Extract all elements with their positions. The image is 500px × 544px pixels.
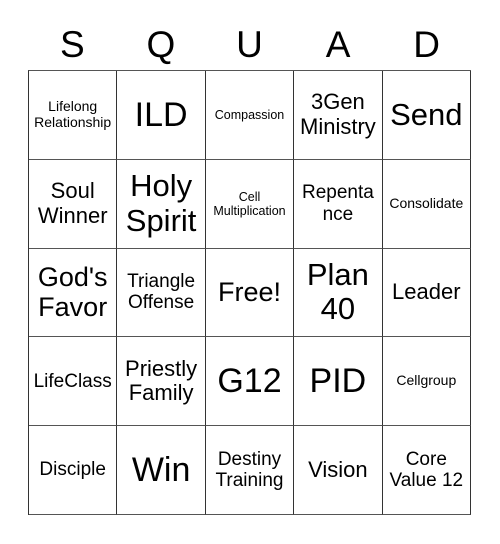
bingo-cell[interactable]: Triangle Offense — [117, 248, 206, 338]
bingo-cell[interactable]: Destiny Training — [205, 426, 295, 515]
bingo-cell-label: Soul Winner — [37, 178, 108, 228]
bingo-cell-label: Priestly Family — [125, 355, 198, 406]
bingo-header-letter: A — [325, 23, 351, 65]
bingo-cell-label: Win — [131, 451, 191, 490]
bingo-cell-label: Send — [390, 96, 463, 132]
bingo-cell-label: ILD — [134, 95, 188, 134]
bingo-cell-label: LifeClass — [33, 370, 112, 392]
bingo-cell-label: Destiny Training — [215, 448, 284, 492]
bingo-header-letter: S — [59, 23, 85, 65]
bingo-cell-label: Plan 40 — [306, 256, 369, 327]
bingo-cell-label: Cellgroup — [396, 372, 457, 389]
bingo-cell-label: Compassion — [214, 107, 285, 122]
bingo-cell[interactable]: God's Favor — [29, 248, 118, 338]
bingo-cell[interactable]: LifeClass — [29, 337, 118, 427]
bingo-cell[interactable]: PID — [294, 337, 383, 427]
bingo-header-letter: Q — [146, 23, 176, 65]
bingo-cell[interactable]: Cellgroup — [382, 337, 471, 427]
bingo-cell[interactable]: Win — [117, 426, 206, 515]
bingo-cell[interactable]: Send — [382, 71, 471, 160]
bingo-cell[interactable]: 3Gen Ministry — [294, 71, 383, 160]
bingo-cell[interactable]: Plan 40 — [294, 248, 383, 338]
bingo-cell-label: Vision — [308, 456, 368, 482]
bingo-cell-label: Triangle Offense — [127, 271, 196, 314]
bingo-cell[interactable]: Leader — [382, 248, 471, 338]
bingo-cell[interactable]: Core Value 12 — [382, 426, 471, 515]
bingo-cell[interactable]: Disciple — [29, 426, 118, 515]
bingo-cell[interactable]: Compassion — [205, 71, 295, 160]
bingo-cell-label: Consolidate — [389, 194, 464, 211]
bingo-cell[interactable]: Consolidate — [382, 159, 471, 249]
bingo-cell-label: PID — [309, 362, 367, 401]
bingo-header-letter: U — [236, 23, 263, 65]
bingo-cell-label: Free! — [217, 277, 281, 308]
bingo-cell-label: Lifelong Relationship — [34, 98, 112, 130]
bingo-cell[interactable]: Priestly Family — [117, 337, 206, 427]
bingo-cell-label: Core Value 12 — [389, 448, 464, 492]
bingo-cell[interactable]: Soul Winner — [29, 159, 118, 249]
bingo-cell[interactable]: G12 — [205, 337, 295, 427]
bingo-cell-label: Leader — [392, 279, 461, 305]
bingo-cell[interactable]: Cell Multiplication — [205, 159, 295, 249]
bingo-cell[interactable]: Holy Spirit — [117, 159, 206, 249]
bingo-cell-label: Cell Multiplication — [213, 189, 286, 218]
bingo-header: SQUAD — [28, 18, 471, 70]
bingo-cell[interactable]: Repentance — [294, 159, 383, 249]
bingo-cell-label: 3Gen Ministry — [300, 89, 376, 139]
bingo-cell-label: Disciple — [39, 459, 106, 481]
bingo-cell[interactable]: Vision — [294, 426, 383, 515]
bingo-cell-label: Holy Spirit — [125, 167, 197, 238]
bingo-cell[interactable]: ILD — [117, 71, 206, 160]
bingo-cell[interactable]: Lifelong Relationship — [29, 71, 118, 160]
bingo-cell-label: God's Favor — [37, 262, 108, 323]
bingo-card: S Q U A D Lifelong Relationship ILD Compassion… — [0, 0, 500, 544]
bingo-cell-label: Repentance — [301, 182, 374, 225]
bingo-header-letter: D — [413, 23, 441, 65]
bingo-free-space-cell[interactable]: Free! — [205, 248, 295, 338]
bingo-grid: Lifelong Relationship ILD Compassion 3Gen M… — [28, 70, 471, 515]
bingo-cell-label: G12 — [217, 362, 282, 401]
